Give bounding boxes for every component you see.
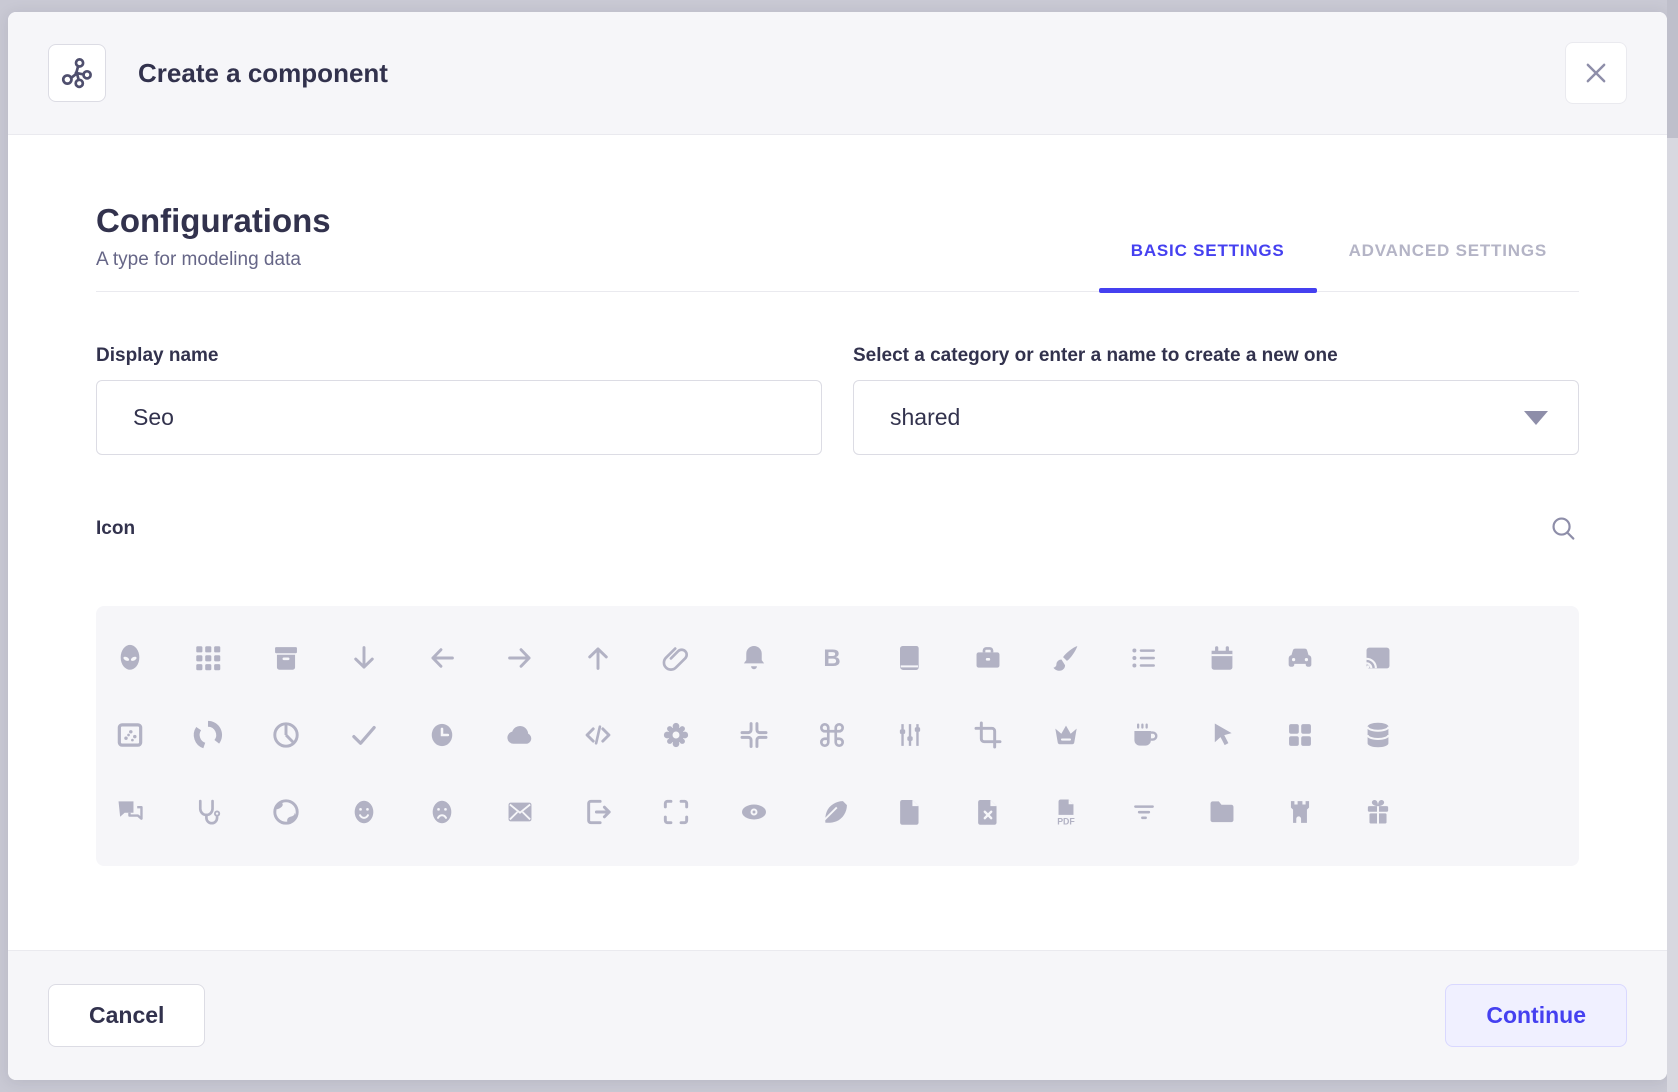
cast-icon[interactable] bbox=[1362, 642, 1394, 674]
crop-icon[interactable] bbox=[972, 719, 1004, 751]
category-label: Select a category or enter a name to cre… bbox=[853, 345, 1579, 367]
modal-footer: Cancel Continue bbox=[8, 950, 1667, 1080]
svg-text:B: B bbox=[823, 645, 840, 672]
page-title: Configurations bbox=[96, 201, 331, 241]
bold-icon[interactable]: B bbox=[816, 642, 848, 674]
icon-grid: B PDF bbox=[96, 606, 1579, 866]
cloud-icon[interactable] bbox=[504, 719, 536, 751]
icon-grid-row: PDF bbox=[114, 796, 1561, 828]
arrow-left-icon[interactable] bbox=[426, 642, 458, 674]
category-field-group: Select a category or enter a name to cre… bbox=[853, 345, 1579, 455]
clock-icon[interactable] bbox=[426, 719, 458, 751]
section-head: Configurations A type for modeling data … bbox=[96, 201, 1579, 292]
emotion-unhappy-icon[interactable] bbox=[426, 796, 458, 828]
car-icon[interactable] bbox=[1284, 642, 1316, 674]
book-icon[interactable] bbox=[894, 642, 926, 674]
chevron-down-icon bbox=[1524, 411, 1548, 425]
file-error-icon[interactable] bbox=[972, 796, 1004, 828]
bullet-list-icon[interactable] bbox=[1128, 642, 1160, 674]
page-subtitle: A type for modeling data bbox=[96, 249, 331, 271]
collapse-icon[interactable] bbox=[738, 719, 770, 751]
cog-icon[interactable] bbox=[660, 719, 692, 751]
apps-icon[interactable] bbox=[192, 642, 224, 674]
briefcase-icon[interactable] bbox=[972, 642, 1004, 674]
component-icon bbox=[48, 44, 106, 102]
search-icon[interactable] bbox=[1548, 513, 1579, 544]
svg-text:PDF: PDF bbox=[1057, 817, 1075, 827]
display-name-field-group: Display name bbox=[96, 345, 822, 455]
cancel-button[interactable]: Cancel bbox=[48, 984, 205, 1047]
scrollbar[interactable] bbox=[1667, 0, 1678, 1092]
code-icon[interactable] bbox=[582, 719, 614, 751]
display-name-input[interactable] bbox=[96, 380, 822, 455]
brush-icon[interactable] bbox=[1050, 642, 1082, 674]
feather-icon[interactable] bbox=[816, 796, 848, 828]
crown-icon[interactable] bbox=[1050, 719, 1082, 751]
bell-icon[interactable] bbox=[738, 642, 770, 674]
gift-icon[interactable] bbox=[1362, 796, 1394, 828]
modal-header: Create a component bbox=[8, 12, 1667, 135]
scrollbar-thumb[interactable] bbox=[1667, 0, 1678, 138]
folder-icon[interactable] bbox=[1206, 796, 1238, 828]
create-component-modal: Create a component Configurations A type… bbox=[8, 12, 1667, 1080]
arrow-right-icon[interactable] bbox=[504, 642, 536, 674]
icon-grid-row: B bbox=[114, 642, 1561, 674]
emotion-happy-icon[interactable] bbox=[348, 796, 380, 828]
filter-icon[interactable] bbox=[1128, 796, 1160, 828]
gate-icon[interactable] bbox=[1284, 796, 1316, 828]
cursor-icon[interactable] bbox=[1206, 719, 1238, 751]
modal-body: Configurations A type for modeling data … bbox=[8, 135, 1667, 950]
icon-grid-row bbox=[114, 719, 1561, 751]
chart-bubble-icon[interactable] bbox=[114, 719, 146, 751]
earth-icon[interactable] bbox=[270, 796, 302, 828]
icon-picker-label: Icon bbox=[96, 518, 135, 540]
envelop-icon[interactable] bbox=[504, 796, 536, 828]
section-title-block: Configurations A type for modeling data bbox=[96, 201, 331, 291]
dashboard-icon[interactable] bbox=[1284, 719, 1316, 751]
expand-icon[interactable] bbox=[660, 796, 692, 828]
check-icon[interactable] bbox=[348, 719, 380, 751]
display-name-label: Display name bbox=[96, 345, 822, 367]
arrow-up-icon[interactable] bbox=[582, 642, 614, 674]
form-grid: Display name Select a category or enter … bbox=[96, 345, 1579, 455]
close-button[interactable] bbox=[1565, 42, 1627, 104]
chart-pie-icon[interactable] bbox=[270, 719, 302, 751]
tab-basic-settings[interactable]: BASIC SETTINGS bbox=[1099, 241, 1317, 291]
file-icon[interactable] bbox=[894, 796, 926, 828]
category-select[interactable]: shared bbox=[853, 380, 1579, 455]
archive-icon[interactable] bbox=[270, 642, 302, 674]
close-icon bbox=[1582, 59, 1610, 87]
cup-icon[interactable] bbox=[1128, 719, 1160, 751]
calendar-icon[interactable] bbox=[1206, 642, 1238, 674]
arrow-down-icon[interactable] bbox=[348, 642, 380, 674]
exit-icon[interactable] bbox=[582, 796, 614, 828]
connector-icon[interactable] bbox=[894, 719, 926, 751]
icon-picker-head: Icon bbox=[96, 513, 1579, 544]
alien-icon[interactable] bbox=[114, 642, 146, 674]
discuss-icon[interactable] bbox=[114, 796, 146, 828]
file-pdf-icon[interactable]: PDF bbox=[1050, 796, 1082, 828]
tab-advanced-settings[interactable]: ADVANCED SETTINGS bbox=[1317, 241, 1579, 291]
command-icon[interactable] bbox=[816, 719, 848, 751]
eye-icon[interactable] bbox=[738, 796, 770, 828]
settings-tabs: BASIC SETTINGS ADVANCED SETTINGS bbox=[1099, 241, 1579, 291]
attachment-icon[interactable] bbox=[660, 642, 692, 674]
continue-button[interactable]: Continue bbox=[1445, 984, 1627, 1047]
chart-circle-icon[interactable] bbox=[192, 719, 224, 751]
doctor-icon[interactable] bbox=[192, 796, 224, 828]
category-selected-value: shared bbox=[890, 404, 960, 431]
database-icon[interactable] bbox=[1362, 719, 1394, 751]
modal-title: Create a component bbox=[138, 58, 388, 89]
